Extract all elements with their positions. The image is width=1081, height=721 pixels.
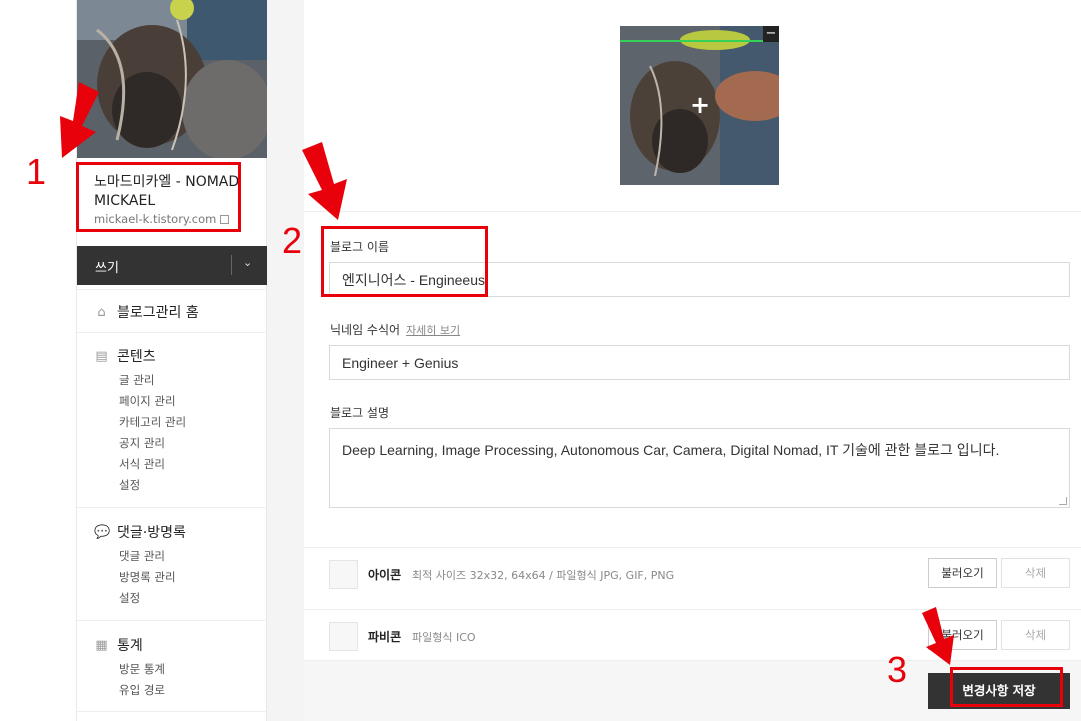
nav-content-header[interactable]: ▤ 콘텐츠 — [94, 346, 156, 366]
icon-label: 아이콘 — [368, 568, 402, 582]
favicon-delete-button[interactable]: 삭제 — [1001, 620, 1070, 650]
write-button[interactable]: 쓰기 ⌄ — [77, 246, 267, 285]
profile-photo-illustration — [77, 0, 267, 158]
nav-stats-header[interactable]: ▦ 통계 — [94, 635, 143, 655]
nav-home[interactable]: ⌂ 블로그관리 홈 — [77, 289, 267, 332]
annotation-number-3: 3 — [887, 649, 908, 690]
nickname-label-row: 닉네임 수식어 자세히 보기 — [330, 321, 460, 338]
blog-thumbnail[interactable]: − + — [620, 26, 779, 185]
nav-item-content-settings[interactable]: 설정 — [119, 477, 140, 493]
nickname-input[interactable]: Engineer + Genius — [329, 345, 1070, 380]
favicon-row: 파비콘 파일형식 ICO 불러오기 삭제 — [304, 609, 1081, 660]
annotation-arrow-1 — [60, 82, 99, 158]
favicon-hint: 파일형식 ICO — [412, 631, 476, 644]
nickname-label: 닉네임 수식어 — [330, 323, 401, 337]
home-icon: ⌂ — [97, 304, 106, 320]
annotation-box-1 — [76, 162, 241, 232]
annotation-number-1: 1 — [26, 151, 47, 192]
blog-description-textarea[interactable]: Deep Learning, Image Processing, Autonom… — [329, 428, 1070, 508]
remove-thumbnail-button[interactable]: − — [763, 26, 779, 42]
nav-item-notices[interactable]: 공지 관리 — [119, 435, 165, 451]
plus-icon[interactable]: + — [690, 93, 710, 117]
bar-chart-icon: ▦ — [95, 637, 108, 653]
nav-item-templates[interactable]: 서식 관리 — [119, 456, 165, 472]
nav-item-comments[interactable]: 댓글 관리 — [119, 548, 165, 564]
nav-stats-title: 통계 — [117, 638, 143, 654]
nav-item-posts[interactable]: 글 관리 — [119, 372, 154, 388]
nav-comments-title: 댓글·방명록 — [117, 525, 186, 541]
annotation-box-3 — [950, 667, 1063, 707]
annotation-number-2: 2 — [282, 220, 303, 261]
nav-item-guestbook[interactable]: 방명록 관리 — [119, 569, 176, 585]
nav-home-header[interactable]: ⌂ 블로그관리 홈 — [94, 302, 199, 322]
chevron-down-icon[interactable]: ⌄ — [243, 256, 252, 269]
annotation-arrow-3 — [922, 607, 954, 665]
nav-item-visit-stats[interactable]: 방문 통계 — [119, 661, 165, 677]
document-icon: ▤ — [95, 348, 108, 364]
write-button-divider — [231, 255, 232, 275]
speech-bubble-icon: 💬 — [94, 524, 111, 540]
nav-item-categories[interactable]: 카테고리 관리 — [119, 414, 186, 430]
blog-profile-image[interactable] — [77, 0, 267, 158]
nav-home-label: 블로그관리 홈 — [117, 305, 199, 321]
write-button-label: 쓰기 — [95, 261, 119, 276]
icon-delete-button[interactable]: 삭제 — [1001, 558, 1070, 588]
nickname-details-link[interactable]: 자세히 보기 — [406, 324, 460, 337]
nav-item-referrers[interactable]: 유입 경로 — [119, 682, 165, 698]
favicon-preview — [329, 622, 358, 651]
annotation-arrow-2 — [302, 142, 347, 220]
icon-preview — [329, 560, 358, 589]
favicon-label: 파비콘 — [368, 630, 402, 644]
icon-row: 아이콘 최적 사이즈 32x32, 64x64 / 파일형식 JPG, GIF,… — [304, 547, 1081, 609]
blog-description-text: Deep Learning, Image Processing, Autonom… — [342, 442, 1000, 458]
nav-item-pages[interactable]: 페이지 관리 — [119, 393, 176, 409]
blog-settings-panel: − + 블로그 이름 엔지니어스 - Engineeus 닉네임 수식어 자세히 … — [304, 0, 1081, 721]
nav-item-comment-settings[interactable]: 설정 — [119, 590, 140, 606]
annotation-box-2 — [321, 226, 488, 297]
icon-hint: 최적 사이즈 32x32, 64x64 / 파일형식 JPG, GIF, PNG — [412, 569, 675, 582]
resize-handle[interactable] — [1059, 497, 1067, 505]
icon-load-button[interactable]: 불러오기 — [928, 558, 997, 588]
nav-section-stats: ▦ 통계 방문 통계 유입 경로 — [77, 620, 267, 712]
blog-description-label: 블로그 설명 — [330, 406, 390, 420]
thumbnail-area: − + — [304, 0, 1081, 212]
nav-comments-header[interactable]: 💬 댓글·방명록 — [94, 522, 186, 542]
nav-section-content: ▤ 콘텐츠 글 관리 페이지 관리 카테고리 관리 공지 관리 서식 관리 설정 — [77, 332, 267, 507]
sidebar: 노마드미카엘 - NOMAD MICKAEL mickael-k.tistory… — [76, 0, 267, 721]
nav-section-comments: 💬 댓글·방명록 댓글 관리 방명록 관리 설정 — [77, 507, 267, 620]
nav-content-title: 콘텐츠 — [117, 349, 156, 365]
